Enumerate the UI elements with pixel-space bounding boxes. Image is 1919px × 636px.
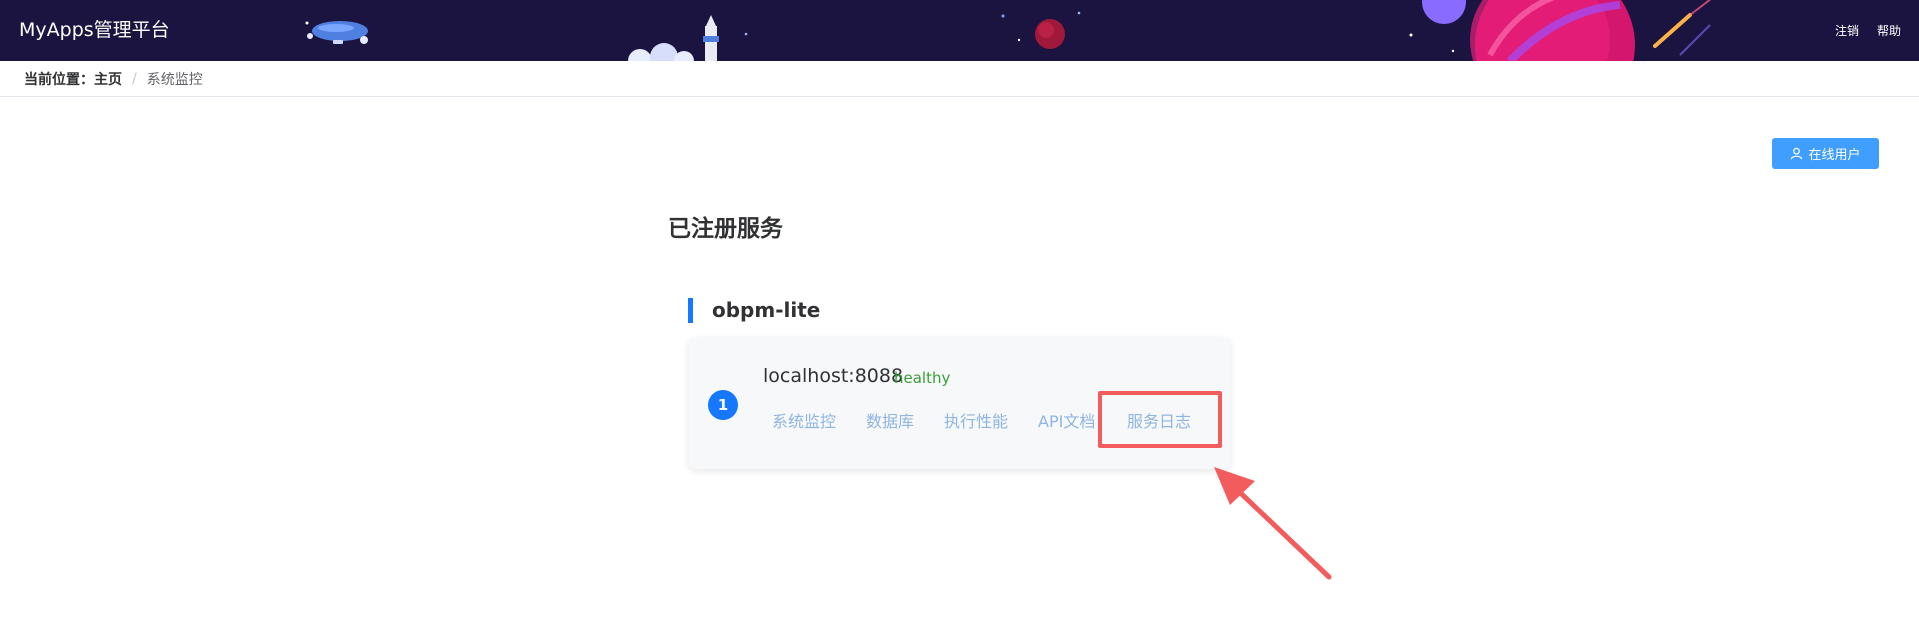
system-monitor-link[interactable]: 系统监控	[772, 408, 836, 432]
header-space-illustration	[305, 0, 1712, 61]
top-header: MyApps管理平台 注销 帮助	[0, 0, 1919, 61]
help-link[interactable]: 帮助	[1877, 22, 1901, 39]
app-title: MyApps管理平台	[19, 19, 170, 41]
breadcrumb-separator: /	[132, 70, 137, 87]
instance-index-badge: 1	[708, 390, 738, 420]
service-name: obpm-lite	[688, 298, 820, 323]
annotation-arrow-icon	[1214, 467, 1332, 580]
database-link[interactable]: 数据库	[866, 408, 914, 432]
breadcrumb-current: 系统监控	[146, 71, 203, 88]
instance-host: localhost:8088	[763, 365, 904, 387]
breadcrumb-prefix: 当前位置：	[24, 71, 94, 88]
user-icon	[1791, 147, 1803, 160]
breadcrumb-home-link[interactable]: 主页	[94, 69, 122, 89]
api-docs-link[interactable]: API文档	[1038, 408, 1095, 432]
highlight-annotation-box	[1098, 391, 1222, 448]
instance-status: healthy	[894, 369, 951, 387]
logout-link[interactable]: 注销	[1835, 22, 1859, 39]
breadcrumb: 当前位置： 主页 / 系统监控	[0, 61, 1919, 97]
performance-link[interactable]: 执行性能	[944, 408, 1008, 432]
online-users-label: 在线用户	[1808, 148, 1861, 163]
page-title: 已注册服务	[668, 216, 783, 242]
online-users-button[interactable]: 在线用户	[1772, 138, 1879, 169]
header-links: 注销 帮助	[1835, 22, 1901, 39]
